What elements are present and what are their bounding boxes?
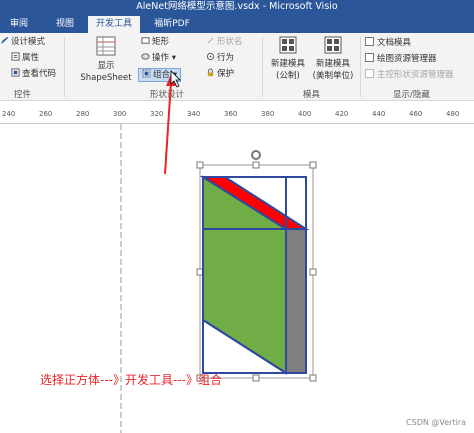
instruction-annotation: 选择正方体---》开发工具---》组合 xyxy=(40,373,222,387)
selection-handle[interactable] xyxy=(196,161,204,169)
rotation-handle-icon[interactable] xyxy=(251,150,261,160)
selection-handle[interactable] xyxy=(309,268,317,276)
selection-handle[interactable] xyxy=(252,161,260,169)
annotation-arrow xyxy=(164,81,172,175)
selection-handle[interactable] xyxy=(309,161,317,169)
drawing-overlay xyxy=(120,70,317,433)
selection-handle[interactable] xyxy=(309,374,317,382)
cube-front-face[interactable] xyxy=(202,175,287,375)
cube-side-face[interactable] xyxy=(285,228,307,374)
selection-handle[interactable] xyxy=(252,374,260,382)
watermark: CSDN @Vertira xyxy=(406,418,466,427)
